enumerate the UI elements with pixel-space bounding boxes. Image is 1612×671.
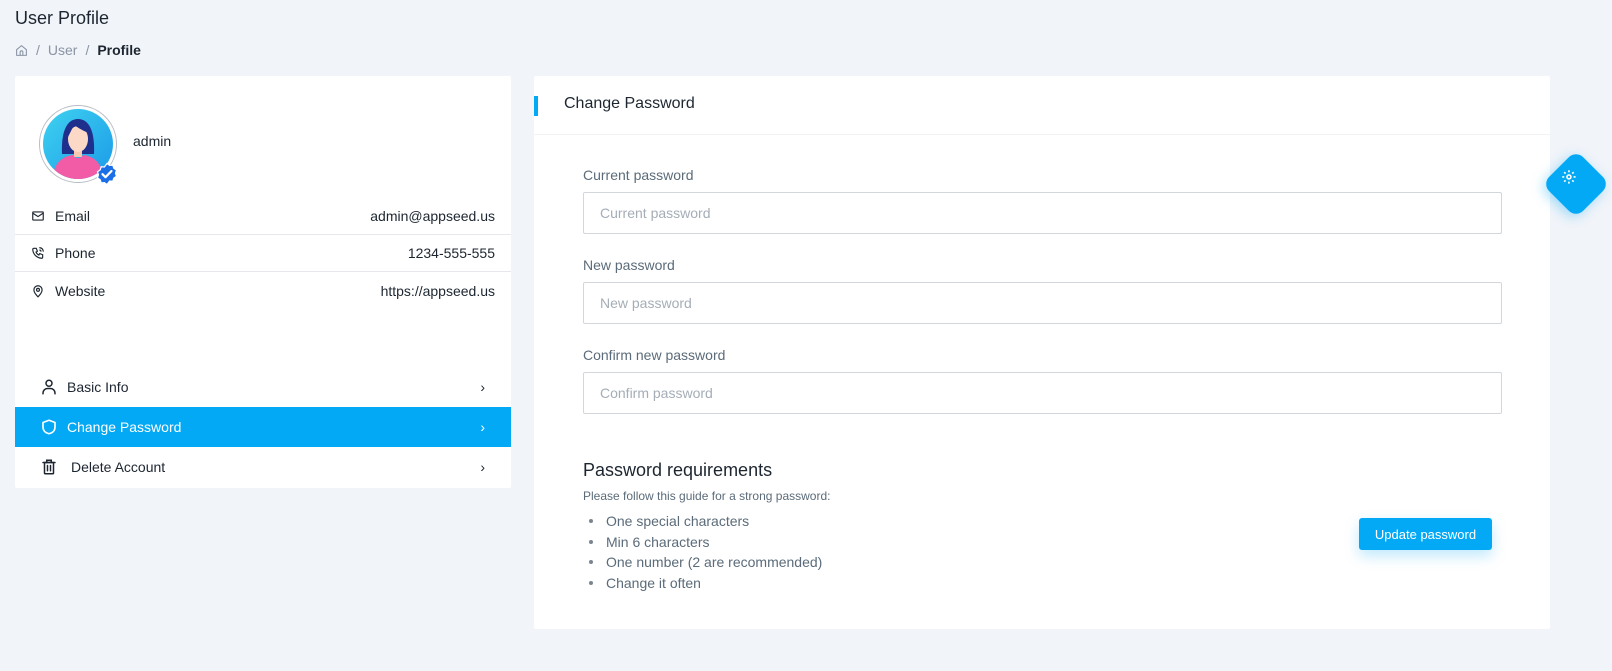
change-password-card: Change Password Current password New pas…: [534, 76, 1550, 629]
menu-item-label: Change Password: [67, 419, 182, 435]
password-requirements: Password requirements Please follow this…: [583, 460, 830, 593]
info-row-email: Email admin@appseed.us: [15, 198, 511, 235]
requirement-item: One special characters: [583, 511, 830, 532]
map-pin-icon: [33, 284, 43, 298]
field-label: New password: [583, 257, 675, 273]
shield-icon: [42, 419, 56, 435]
info-row-website: Website https://appseed.us: [15, 272, 511, 309]
current-password-field: Current password: [583, 167, 1502, 234]
confirm-password-input[interactable]: [583, 372, 1502, 414]
menu-item-basic-info[interactable]: Basic Info ›: [15, 367, 511, 407]
header-accent-bar: [534, 96, 538, 116]
info-label: Website: [55, 282, 106, 299]
new-password-field: New password: [583, 257, 1502, 324]
chevron-right-icon: ›: [480, 459, 485, 475]
home-icon: [16, 44, 27, 56]
settings-button[interactable]: [1542, 150, 1610, 218]
field-label: Confirm new password: [583, 347, 726, 363]
requirement-item: One number (2 are recommended): [583, 552, 830, 573]
page-title: User Profile: [15, 8, 110, 28]
info-value: admin@appseed.us: [370, 208, 495, 224]
info-label: Email: [55, 208, 91, 224]
info-label: Phone: [55, 245, 96, 261]
card-header: Change Password: [534, 76, 1550, 135]
profile-menu: Basic Info › Change Password › Delete Ac…: [15, 367, 511, 487]
gear-icon: [1562, 170, 1576, 184]
requirements-heading: Password requirements: [583, 460, 773, 480]
menu-item-delete-account[interactable]: Delete Account ›: [15, 447, 511, 487]
card-title: Change Password: [564, 95, 695, 112]
breadcrumb-home[interactable]: [15, 44, 28, 57]
update-password-button[interactable]: Update password: [1359, 518, 1492, 550]
new-password-input[interactable]: [583, 282, 1502, 324]
chevron-right-icon: ›: [480, 379, 485, 395]
breadcrumb-item-user[interactable]: User: [48, 42, 78, 58]
mail-icon: [32, 211, 44, 221]
contact-info-list: Email admin@appseed.us Phone 1234-555-55…: [15, 198, 511, 309]
verified-badge-icon: [96, 162, 118, 186]
current-password-input[interactable]: [583, 192, 1502, 234]
breadcrumb-item-profile: Profile: [97, 42, 141, 58]
menu-item-label: Delete Account: [71, 459, 166, 475]
breadcrumb-separator: /: [36, 42, 40, 58]
info-value: 1234-555-555: [407, 245, 495, 261]
username: admin: [133, 133, 172, 149]
phone-icon: [32, 247, 44, 259]
info-value[interactable]: https://appseed.us: [381, 283, 495, 299]
chevron-right-icon: ›: [480, 419, 485, 435]
breadcrumb: / User / Profile: [15, 42, 141, 58]
field-label: Current password: [583, 167, 694, 183]
user-icon: [42, 379, 56, 395]
confirm-password-field: Confirm new password: [583, 347, 1502, 414]
requirement-item: Min 6 characters: [583, 532, 830, 553]
info-row-phone: Phone 1234-555-555: [15, 235, 511, 272]
trash-icon: [42, 459, 56, 475]
menu-item-label: Basic Info: [67, 379, 129, 395]
menu-item-change-password[interactable]: Change Password ›: [15, 407, 511, 447]
profile-card: admin Email admin@appseed.us Phone 1234-…: [15, 76, 511, 488]
breadcrumb-separator: /: [85, 42, 90, 58]
requirements-intro: Please follow this guide for a strong pa…: [583, 489, 831, 503]
requirement-item: Change it often: [583, 573, 830, 594]
requirements-list: One special characters Min 6 characters …: [583, 511, 830, 593]
